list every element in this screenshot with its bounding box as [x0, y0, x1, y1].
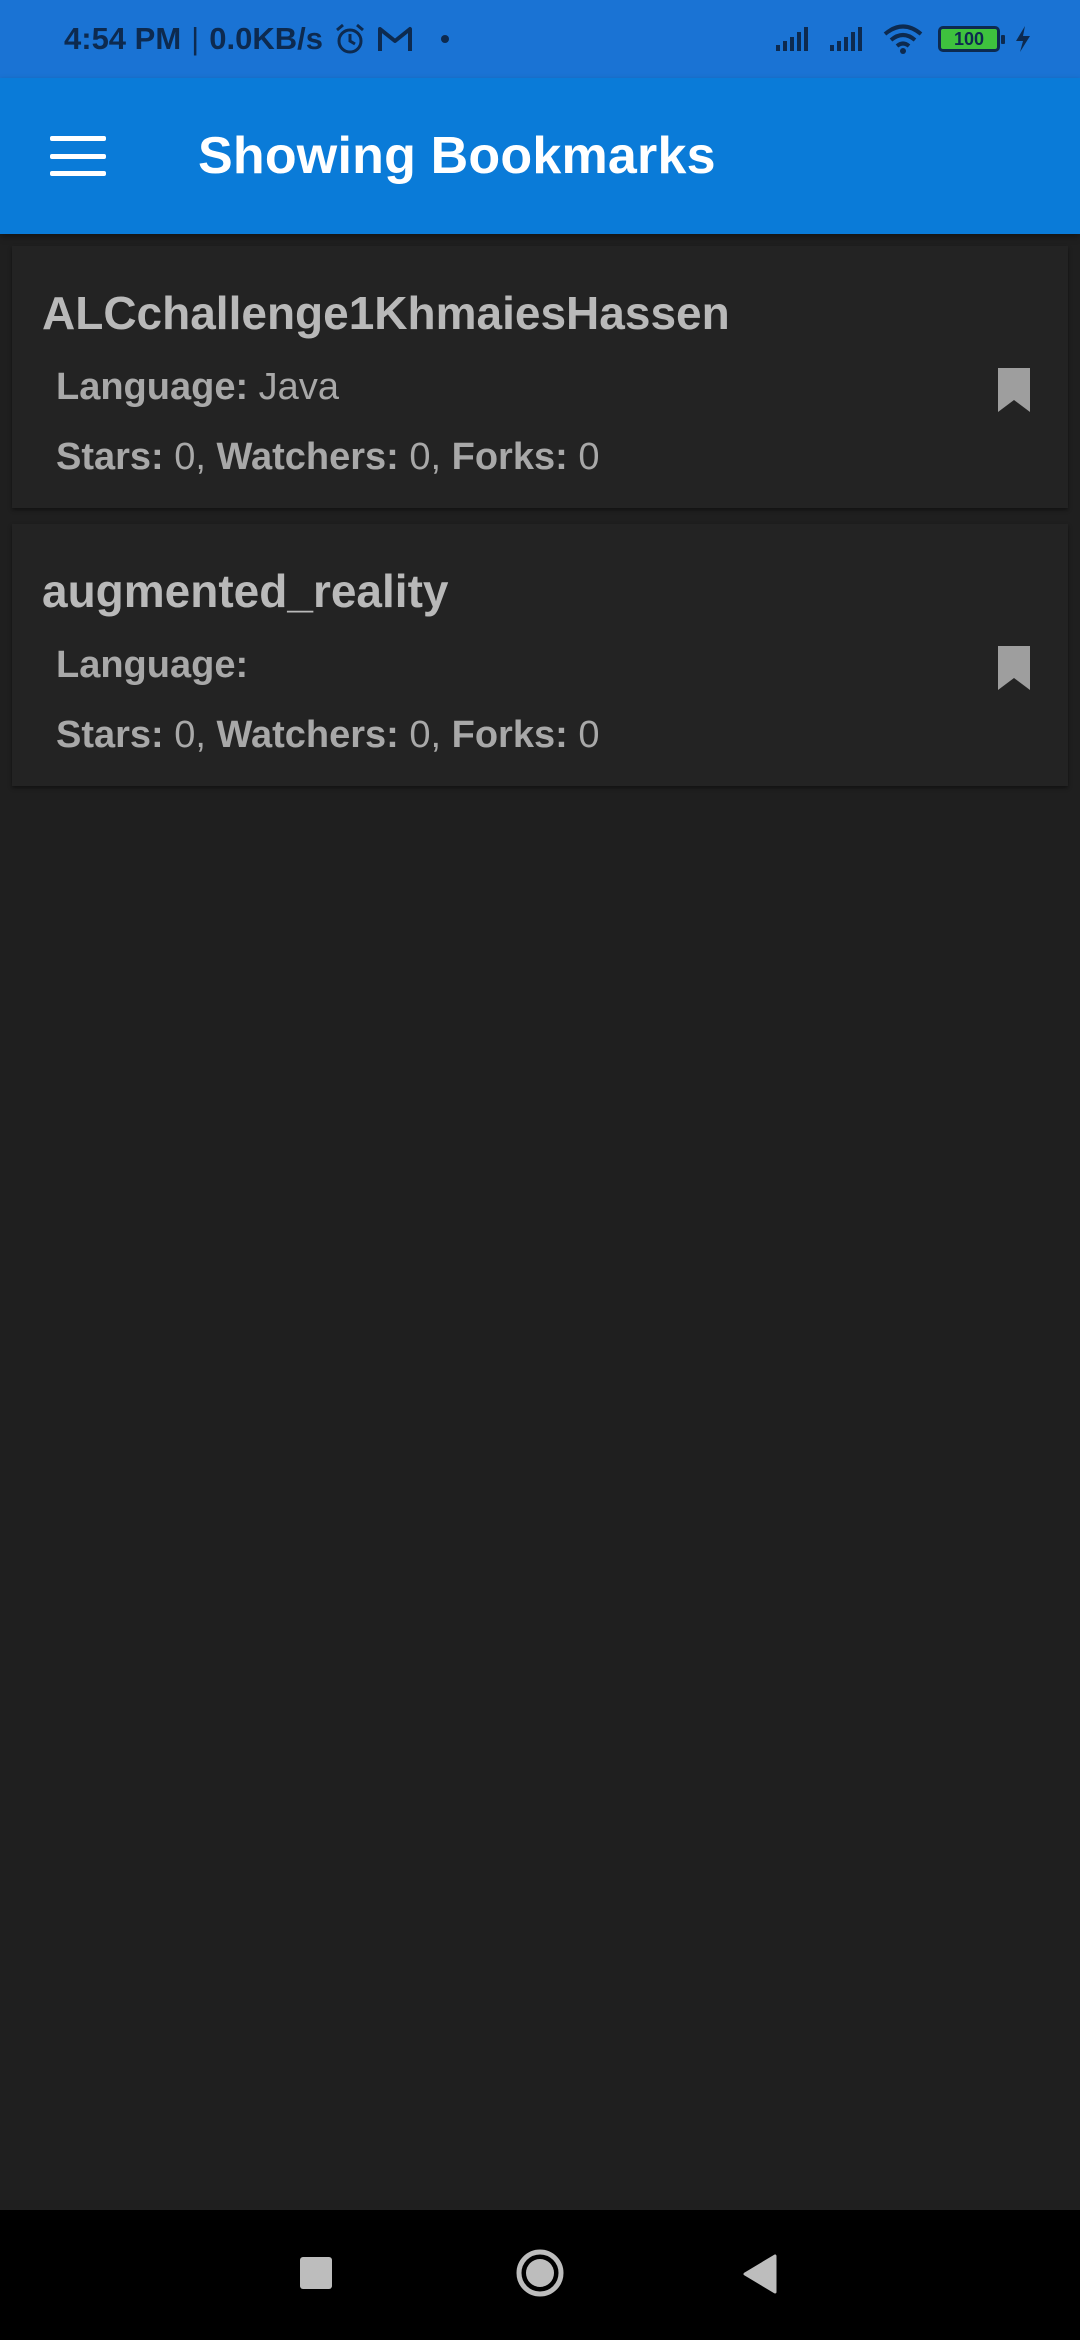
status-bar: 4:54 PM | 0.0KB/s 100 [0, 0, 1080, 78]
watchers-label: Watchers: [205, 436, 399, 478]
forks-label: Forks: [441, 436, 568, 478]
back-triangle-icon[interactable] [742, 2254, 778, 2294]
watchers-value: 0, [398, 714, 442, 756]
gmail-icon [377, 25, 413, 53]
bookmark-icon[interactable] [996, 366, 1032, 414]
repo-card[interactable]: ALCchallenge1KhmaiesHassen Language: Jav… [12, 246, 1068, 508]
repo-language: Language: Java [56, 368, 1068, 406]
repo-stats: Stars: 0, Watchers: 0, Forks: 0 [56, 716, 1068, 754]
signal-icon [828, 25, 868, 53]
battery-level: 100 [953, 28, 985, 49]
menu-line [50, 136, 106, 141]
hamburger-menu-icon[interactable] [50, 136, 106, 176]
status-speed: 0.0KB/s [209, 21, 323, 56]
status-right: 100 [774, 23, 1032, 55]
watchers-value: 0, [398, 436, 442, 478]
repo-name: ALCchallenge1KhmaiesHassen [42, 287, 730, 339]
bookmark-list: ALCchallenge1KhmaiesHassen Language: Jav… [0, 234, 1080, 786]
repo-language: Language: [56, 646, 1068, 684]
stars-label: Stars: [56, 436, 164, 478]
repo-stats: Stars: 0, Watchers: 0, Forks: 0 [56, 438, 1068, 476]
repo-card[interactable]: augmented_reality Language: Stars: 0, Wa… [12, 524, 1068, 786]
language-value: Java [248, 366, 339, 408]
bookmark-icon[interactable] [996, 644, 1032, 692]
status-time: 4:54 PM [64, 21, 182, 56]
charging-icon [1014, 25, 1032, 53]
battery-icon: 100 [938, 26, 1005, 52]
menu-line [50, 153, 106, 159]
language-label: Language: [56, 644, 249, 686]
watchers-label: Watchers: [205, 714, 399, 756]
app-bar: Showing Bookmarks [0, 78, 1080, 234]
page-title: Showing Bookmarks [198, 127, 716, 185]
repo-name: augmented_reality [42, 565, 449, 617]
signal-icon [774, 25, 814, 53]
recents-square-icon[interactable] [300, 2257, 332, 2289]
alarm-icon [333, 22, 367, 56]
forks-value: 0 [567, 436, 600, 478]
menu-line [50, 171, 106, 176]
stars-value: 0, [163, 714, 206, 756]
forks-label: Forks: [441, 714, 568, 756]
forks-value: 0 [567, 714, 600, 756]
home-circle-icon[interactable] [515, 2248, 565, 2298]
stars-label: Stars: [56, 714, 164, 756]
wifi-icon [882, 23, 924, 55]
language-label: Language: [56, 366, 249, 408]
notification-dot-icon [440, 35, 449, 43]
status-separator: | [191, 21, 200, 56]
status-left: 4:54 PM | 0.0KB/s [64, 21, 449, 57]
stars-value: 0, [163, 436, 206, 478]
system-nav-bar [0, 2210, 1080, 2340]
